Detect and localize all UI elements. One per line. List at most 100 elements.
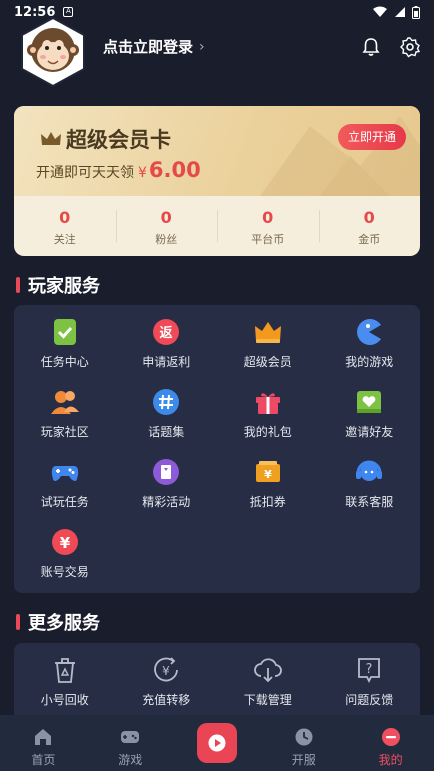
svg-text:返: 返 (160, 326, 173, 341)
service-my-games[interactable]: 我的游戏 (319, 305, 421, 375)
service-coupons[interactable]: ¥ 抵扣券 (217, 445, 319, 515)
service-my-gifts[interactable]: 我的礼包 (217, 375, 319, 445)
gamepad-icon (51, 466, 78, 481)
stat-platform-coin[interactable]: 0 平台币 (217, 196, 319, 256)
svg-text:¥: ¥ (264, 468, 272, 481)
service-label: 充值转移 (142, 693, 191, 707)
tab-label: 我的 (378, 753, 403, 767)
vip-stats: 0 关注 0 粉丝 0 平台币 0 金币 (14, 196, 420, 256)
stat-value: 0 (262, 208, 274, 227)
service-label: 精彩活动 (142, 495, 191, 509)
tab-label: 首页 (31, 753, 56, 767)
service-account-trade[interactable]: ¥ 账号交易 (14, 515, 116, 585)
bell-icon[interactable] (360, 36, 382, 58)
more-services-grid: 小号回收 ¥ 充值转移 下载管理 ? 问题反馈 (14, 643, 420, 713)
hashtag-icon (153, 389, 180, 415)
crown-icon (41, 132, 61, 145)
avatar[interactable] (18, 16, 88, 88)
clock-icon (295, 728, 313, 746)
section-title-text: 更多服务 (28, 613, 100, 634)
service-label: 超级会员 (243, 355, 292, 369)
stat-value: 0 (59, 208, 71, 227)
svg-text:¥: ¥ (162, 664, 170, 678)
tab-label: 游戏 (118, 753, 143, 767)
tab-label: 开服 (291, 753, 316, 767)
service-topics[interactable]: 话题集 (116, 375, 218, 445)
service-super-vip[interactable]: 超级会员 (217, 305, 319, 375)
section-accent-bar (16, 277, 20, 293)
tab-play[interactable] (174, 715, 261, 771)
service-trial-tasks[interactable]: 试玩任务 (14, 445, 116, 515)
more-services-panel: 小号回收 ¥ 充值转移 下载管理 ? 问题反馈 (14, 643, 420, 723)
service-label: 我的游戏 (345, 355, 394, 369)
vip-subtitle-row: 开通即可天天领 ¥ 6.00 (36, 158, 201, 182)
service-label: 玩家社区 (40, 425, 89, 439)
service-label: 下载管理 (243, 693, 292, 707)
service-label: 我的礼包 (243, 425, 292, 439)
service-community[interactable]: 玩家社区 (14, 375, 116, 445)
login-link[interactable]: 点击立即登录 › (103, 36, 205, 57)
service-label: 申请返利 (142, 355, 191, 369)
service-label: 话题集 (148, 425, 185, 439)
activity-icon (153, 459, 180, 485)
stat-gold-coin[interactable]: 0 金币 (318, 196, 421, 256)
gift-icon (255, 393, 280, 414)
player-services-panel: 任务中心 返 申请返利 超级会员 我的游戏 玩家社区 话题集 我的礼包 邀请好友… (14, 305, 420, 593)
invite-icon (357, 391, 382, 413)
vip-subtitle: 开通即可天天领 (36, 165, 134, 181)
task-check-icon (53, 319, 76, 345)
login-text: 点击立即登录 (103, 38, 194, 56)
section-title-more-services: 更多服务 (16, 609, 100, 635)
stat-label: 粉丝 (155, 233, 178, 246)
service-task-center[interactable]: 任务中心 (14, 305, 116, 375)
section-title-text: 玩家服务 (28, 276, 100, 297)
service-label: 问题反馈 (345, 693, 394, 707)
stat-value: 0 (363, 208, 375, 227)
vip-title-row: 超级会员卡 (40, 124, 171, 154)
service-label: 小号回收 (40, 693, 89, 707)
gear-icon[interactable] (399, 36, 421, 58)
community-icon (50, 391, 79, 414)
download-cloud-icon (253, 658, 282, 683)
feedback-icon: ? (358, 658, 381, 684)
play-button (196, 723, 237, 763)
tab-home[interactable]: 首页 (0, 715, 87, 771)
profile-header: 点击立即登录 › (0, 14, 434, 90)
gamepad-icon (121, 731, 140, 743)
vip-price: 6.00 (148, 158, 201, 182)
play-icon (208, 734, 226, 752)
service-rebate[interactable]: 返 申请返利 (116, 305, 218, 375)
section-title-player-services: 玩家服务 (16, 272, 100, 298)
service-alt-account-recycle[interactable]: 小号回收 (14, 643, 116, 713)
stat-value: 0 (160, 208, 172, 227)
bottom-tab-bar: 首页 游戏 开服 我的 (0, 715, 434, 771)
service-activities[interactable]: 精彩活动 (116, 445, 218, 515)
service-feedback[interactable]: ? 问题反馈 (319, 643, 421, 713)
coupon-icon: ¥ (255, 461, 280, 482)
vip-decoration (260, 116, 420, 196)
service-label: 联系客服 (345, 495, 394, 509)
recycle-bin-icon (54, 658, 75, 683)
chevron-right-icon: › (199, 38, 205, 55)
section-accent-bar (16, 614, 20, 630)
vip-open-button[interactable]: 立即开通 (338, 124, 406, 150)
service-label: 邀请好友 (345, 425, 394, 439)
service-label: 任务中心 (40, 355, 89, 369)
tab-server-open[interactable]: 开服 (260, 715, 347, 771)
pacman-icon (357, 319, 382, 345)
tab-games[interactable]: 游戏 (87, 715, 174, 771)
stat-follow[interactable]: 0 关注 (14, 196, 116, 256)
vip-banner: 超级会员卡 开通即可天天领 ¥ 6.00 立即开通 (14, 106, 420, 196)
service-invite-friends[interactable]: 邀请好友 (319, 375, 421, 445)
service-label: 试玩任务 (40, 495, 89, 509)
tab-me[interactable]: 我的 (347, 715, 434, 771)
svg-text:¥: ¥ (60, 534, 71, 552)
service-label: 抵扣券 (249, 495, 286, 509)
svg-text:?: ? (366, 662, 373, 677)
vip-currency: ¥ (138, 165, 147, 181)
service-customer-support[interactable]: 联系客服 (319, 445, 421, 515)
service-label: 账号交易 (40, 565, 89, 579)
stat-fans[interactable]: 0 粉丝 (115, 196, 218, 256)
service-recharge-transfer[interactable]: ¥ 充值转移 (116, 643, 218, 713)
service-download-manager[interactable]: 下载管理 (217, 643, 319, 713)
